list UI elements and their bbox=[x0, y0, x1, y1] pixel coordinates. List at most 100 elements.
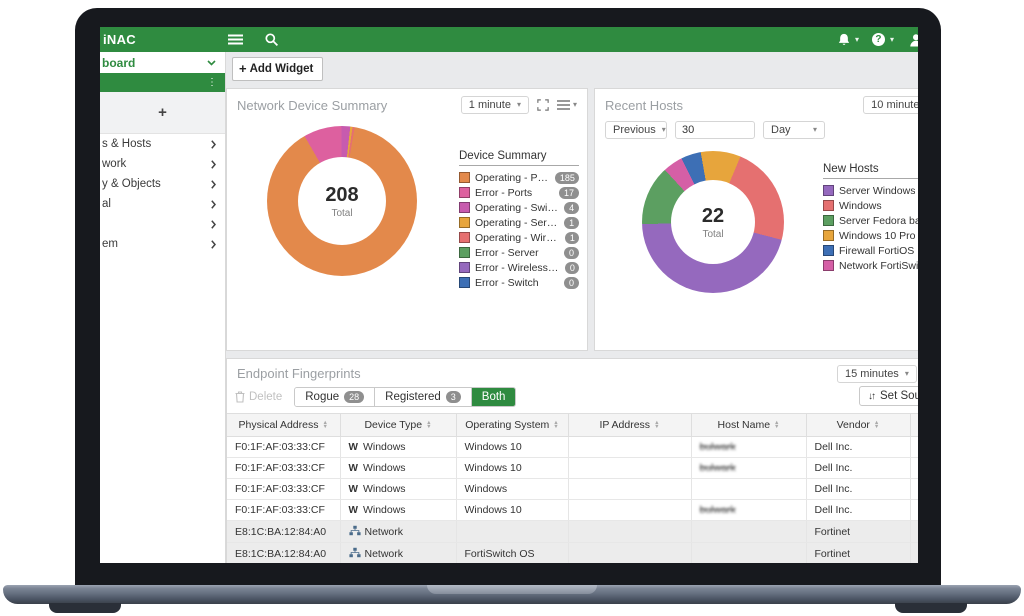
sidebar-nav-item[interactable] bbox=[100, 214, 225, 234]
notifications-bell-icon[interactable] bbox=[838, 33, 850, 46]
table-row[interactable]: E8:1C:BA:12:84:A0 Network FortiSwitch OS… bbox=[227, 543, 918, 564]
sidebar-nav-item[interactable]: em bbox=[100, 234, 225, 254]
refresh-interval-dropdown[interactable]: 15 minutes ▾ bbox=[837, 365, 917, 383]
device-summary-legend: Device Summary Operating - Ports 185 bbox=[459, 150, 579, 291]
table-row[interactable]: E8:1C:BA:12:84:A0 Network Fortinet bbox=[227, 521, 918, 543]
dashboard-label: board bbox=[102, 56, 135, 70]
caret-down-icon: ▾ bbox=[905, 370, 909, 378]
plus-icon: + bbox=[239, 61, 247, 76]
legend-swatch bbox=[823, 215, 834, 226]
legend-item[interactable]: Error - Ports 17 bbox=[459, 186, 579, 199]
donut-total-label: Total bbox=[702, 229, 723, 240]
previous-dropdown[interactable]: Previous ▾ bbox=[605, 121, 667, 139]
legend-swatch bbox=[823, 185, 834, 196]
endpoint-fingerprints-table: Physical Address Device Type Operating S… bbox=[227, 413, 918, 563]
filter-registered-button[interactable]: Registered 3 bbox=[375, 388, 472, 406]
set-source-button[interactable]: ↓↑ Set Source bbox=[859, 386, 918, 406]
refresh-interval-dropdown[interactable]: 10 minutes ▾ bbox=[863, 96, 918, 114]
filter-both-button[interactable]: Both bbox=[472, 388, 516, 406]
table-row[interactable]: F0:1F:AF:03:33:CF Windows Windows 10 bul… bbox=[227, 458, 918, 479]
legend-swatch bbox=[459, 202, 470, 213]
column-header[interactable]: Host Name bbox=[691, 414, 806, 437]
widget-menu-icon[interactable]: ▾ bbox=[557, 100, 577, 110]
device-summary-donut-chart[interactable]: 208 Total bbox=[267, 126, 417, 276]
sidebar-nav-item[interactable]: s & Hosts bbox=[100, 134, 225, 154]
sidebar-selected-dashboard-item[interactable]: ⋮ bbox=[100, 73, 225, 92]
cell-ip-address bbox=[568, 543, 691, 564]
legend-item[interactable]: Windows 10 Pro 6.3 bbox=[823, 229, 918, 242]
period-unit-dropdown[interactable]: Day ▾ bbox=[763, 121, 825, 139]
cell-physical-address: E8:1C:BA:12:84:A0 bbox=[227, 521, 340, 543]
network-icon bbox=[349, 525, 361, 536]
sidebar-nav-item[interactable]: al bbox=[100, 194, 225, 214]
column-header[interactable]: Physical Address bbox=[227, 414, 340, 437]
cell-operating-system: FortiSwitch OS bbox=[456, 543, 568, 564]
legend-item[interactable]: Operating - Ports 185 bbox=[459, 171, 579, 184]
cell-host-name: bulwark bbox=[691, 437, 806, 458]
cell-device-type: Windows bbox=[340, 500, 456, 521]
legend-item[interactable]: Error - Switch 0 bbox=[459, 276, 579, 289]
legend-swatch bbox=[459, 172, 470, 183]
legend-item[interactable]: Windows bbox=[823, 199, 918, 212]
legend-item[interactable]: Operating - Wireless... 1 bbox=[459, 231, 579, 244]
column-header[interactable]: Device Type bbox=[340, 414, 456, 437]
legend-swatch bbox=[823, 260, 834, 271]
cell-operating-system: Windows 10 bbox=[456, 437, 568, 458]
table-row[interactable]: F0:1F:AF:03:33:CF Windows Windows 10 bul… bbox=[227, 500, 918, 521]
cell-host-name: bulwark bbox=[691, 458, 806, 479]
add-widget-button[interactable]: + Add Widget bbox=[232, 57, 323, 81]
user-account-icon[interactable] bbox=[909, 33, 918, 47]
period-count-input[interactable] bbox=[675, 121, 755, 139]
column-header[interactable]: Vendor bbox=[806, 414, 910, 437]
delete-button[interactable]: Delete bbox=[235, 391, 282, 403]
cell-extra bbox=[910, 437, 918, 458]
filter-rogue-button[interactable]: Rogue 28 bbox=[295, 388, 375, 406]
app-screen: iNAC ▾ ? ▾ bbox=[100, 27, 918, 563]
sort-icon bbox=[426, 421, 431, 430]
table-row[interactable]: F0:1F:AF:03:33:CF Windows Windows 10 bul… bbox=[227, 437, 918, 458]
legend-item[interactable]: Network FortiSwitch bbox=[823, 259, 918, 272]
sort-icon bbox=[553, 421, 558, 430]
recent-hosts-donut-chart[interactable]: 22 Total bbox=[642, 151, 784, 293]
expand-widget-icon[interactable] bbox=[537, 99, 549, 111]
legend-item[interactable]: Operating - Server 1 bbox=[459, 216, 579, 229]
column-header[interactable]: Operating System bbox=[456, 414, 568, 437]
sort-arrows-icon: ↓↑ bbox=[868, 391, 874, 402]
help-icon[interactable]: ? bbox=[872, 33, 885, 46]
cell-host-name bbox=[691, 479, 806, 500]
sidebar-nav-item[interactable]: work bbox=[100, 154, 225, 174]
legend-item[interactable]: Operating - Switch 4 bbox=[459, 201, 579, 214]
legend-count-badge: 17 bbox=[559, 187, 579, 199]
notifications-caret-icon[interactable]: ▾ bbox=[855, 36, 859, 44]
menu-hamburger-icon[interactable] bbox=[228, 34, 243, 45]
legend-item[interactable]: Server Fedora based bbox=[823, 214, 918, 227]
cell-vendor: Dell Inc. bbox=[806, 479, 910, 500]
sidebar-nav-item[interactable]: y & Objects bbox=[100, 174, 225, 194]
legend-item[interactable]: Server Windows bbox=[823, 184, 918, 197]
ellipsis-vertical-icon[interactable]: ⋮ bbox=[207, 78, 217, 88]
legend-item[interactable]: Error - Wireless Acc... 0 bbox=[459, 261, 579, 274]
legend-item[interactable]: Error - Server 0 bbox=[459, 246, 579, 259]
caret-down-icon: ▾ bbox=[517, 101, 521, 109]
search-icon[interactable] bbox=[265, 33, 278, 46]
table-row[interactable]: F0:1F:AF:03:33:CF Windows Windows Dell I… bbox=[227, 479, 918, 500]
add-dashboard-button[interactable]: + bbox=[100, 92, 225, 134]
cell-operating-system: Windows 10 bbox=[456, 500, 568, 521]
sidebar-item-dashboard[interactable]: board bbox=[100, 52, 225, 73]
rogue-registered-both-segmented-control: Rogue 28 Registered 3 Both bbox=[294, 387, 516, 407]
cell-extra bbox=[910, 500, 918, 521]
help-caret-icon[interactable]: ▾ bbox=[890, 36, 894, 44]
legend-item[interactable]: Firewall FortiOS bbox=[823, 244, 918, 257]
cell-physical-address: F0:1F:AF:03:33:CF bbox=[227, 500, 340, 521]
legend-swatch bbox=[459, 217, 470, 228]
column-header[interactable]: V bbox=[910, 414, 918, 437]
column-header[interactable]: IP Address bbox=[568, 414, 691, 437]
legend-swatch bbox=[459, 232, 470, 243]
app-brand: iNAC bbox=[103, 32, 136, 47]
refresh-interval-dropdown[interactable]: 1 minute ▾ bbox=[461, 96, 529, 114]
legend-count-badge: 1 bbox=[565, 232, 579, 244]
sort-icon bbox=[323, 421, 328, 430]
widget-title: Recent Hosts bbox=[605, 98, 683, 113]
cell-physical-address: F0:1F:AF:03:33:CF bbox=[227, 479, 340, 500]
cell-ip-address bbox=[568, 500, 691, 521]
